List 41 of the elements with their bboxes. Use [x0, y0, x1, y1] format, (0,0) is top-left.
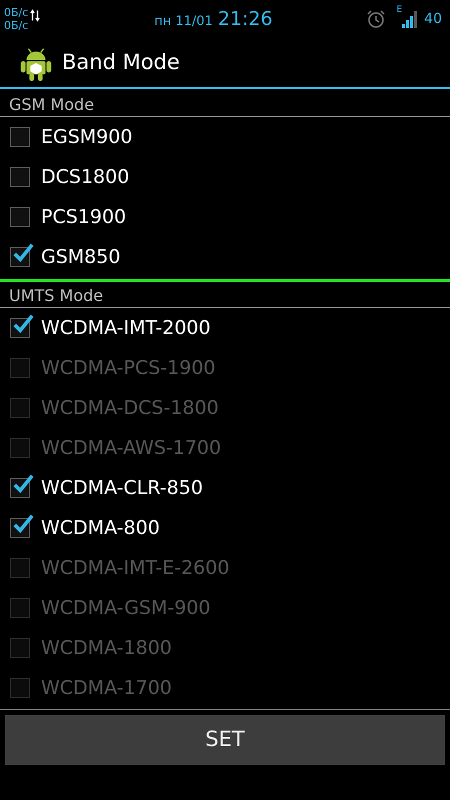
- checkmark-icon: [12, 513, 34, 535]
- signal-icon: [402, 10, 418, 28]
- band-label: WCDMA-1700: [41, 676, 172, 701]
- alarm-clock-icon: [366, 9, 386, 29]
- date-text: пн 11/01: [154, 12, 213, 31]
- checkmark-icon: [12, 313, 34, 335]
- data-transfer-icon: [30, 8, 40, 22]
- network-type-text: E: [396, 4, 402, 17]
- band-label: WCDMA-AWS-1700: [41, 436, 222, 461]
- band-label: WCDMA-800: [41, 516, 160, 541]
- checkbox-row[interactable]: WCDMA-CLR-850: [0, 468, 450, 508]
- band-label: WCDMA-CLR-850: [41, 476, 203, 501]
- upload-speed: 0Б/с: [4, 6, 28, 19]
- checkbox-row[interactable]: PCS1900: [0, 197, 450, 237]
- section-header: GSM Mode: [9, 94, 94, 116]
- band-label: WCDMA-IMT-2000: [41, 316, 211, 341]
- checkbox[interactable]: [10, 167, 30, 187]
- band-label: WCDMA-IMT-E-2600: [41, 556, 230, 581]
- band-label: WCDMA-GSM-900: [41, 596, 211, 621]
- checkbox-row[interactable]: EGSM900: [0, 117, 450, 157]
- checkbox-row[interactable]: WCDMA-800: [0, 508, 450, 548]
- checkmark-icon: [12, 242, 34, 264]
- band-label: EGSM900: [41, 124, 132, 150]
- section-header: UMTS Mode: [9, 285, 104, 307]
- checkmark-icon: [12, 473, 34, 495]
- app-title: Band Mode: [62, 48, 180, 76]
- clock-text: 21:26: [218, 6, 273, 32]
- checkbox-row[interactable]: GSM850: [0, 237, 450, 277]
- checkbox-row[interactable]: WCDMA-IMT-2000: [0, 308, 450, 348]
- band-label: PCS1900: [41, 204, 126, 230]
- band-label: GSM850: [41, 244, 120, 270]
- checkbox[interactable]: [10, 127, 30, 147]
- band-label: WCDMA-PCS-1900: [41, 356, 216, 381]
- checkbox-row[interactable]: DCS1800: [0, 157, 450, 197]
- band-label: DCS1800: [41, 164, 130, 190]
- band-label: WCDMA-DCS-1800: [41, 396, 219, 421]
- download-speed: 0Б/с: [4, 19, 28, 32]
- checkbox[interactable]: [10, 207, 30, 227]
- set-button[interactable]: SET: [5, 715, 445, 765]
- battery-level-text: 40: [424, 10, 442, 28]
- band-label: WCDMA-1800: [41, 636, 172, 661]
